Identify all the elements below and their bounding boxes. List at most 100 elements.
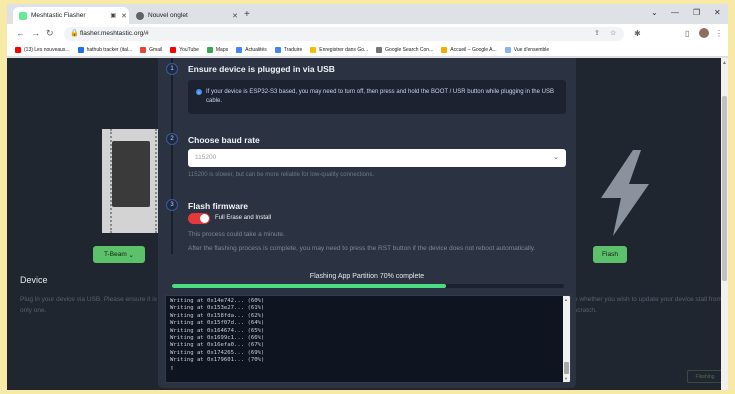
overview-icon (504, 47, 511, 53)
youtube-icon (170, 47, 177, 53)
drive-icon (310, 47, 317, 53)
tab-strip: Meshtastic Flasher ▣ ✕ Nouvel onglet ✕ +… (7, 4, 728, 24)
scroll-up-icon[interactable]: ▲ (722, 60, 727, 66)
extensions-icon[interactable]: ✱ (634, 29, 641, 38)
address-toolbar: ← → ↻ 🔒 flasher.meshtastic.org/# ⇪ ☆ (7, 24, 728, 44)
flash-button[interactable]: Flash (593, 246, 627, 263)
url-text[interactable]: flasher.meshtastic.org/# (80, 30, 149, 37)
bookmark-item[interactable]: Google Search Con... (376, 47, 433, 53)
step-title-flash: Flash firmware (188, 201, 248, 211)
bookmark-item[interactable]: Actualités (236, 47, 267, 53)
step-title-usb: Ensure device is plugged in via USB (188, 64, 335, 74)
flash-duration-note: This process could take a minute. (188, 231, 285, 238)
bookmark-item[interactable]: (13) Les nouveaux... (15, 47, 70, 53)
bookmark-item[interactable]: Vue d'ensemble (504, 47, 549, 53)
browser-window: Meshtastic Flasher ▣ ✕ Nouvel onglet ✕ +… (7, 4, 728, 390)
meshtastic-favicon-icon (19, 11, 27, 20)
star-icon[interactable]: ☆ (610, 29, 616, 37)
lock-icon[interactable]: 🔒 (70, 29, 79, 37)
bookmark-item[interactable]: Accueil – Google A... (441, 47, 497, 53)
info-alert: i If your device is ESP32-S3 based, you … (188, 80, 566, 114)
chrome-favicon-icon (136, 11, 144, 20)
full-erase-toggle[interactable] (188, 213, 210, 224)
console-line: Writing at 0x174265... (69%) (170, 349, 265, 356)
console-line: Writing at 0x14e742... (60%) (170, 298, 265, 304)
console-cursor: ▯ (170, 364, 174, 371)
bookmark-item[interactable]: Gmail (140, 47, 162, 53)
tab-media-icon[interactable]: ▣ (110, 12, 116, 19)
progress-bar (172, 284, 564, 288)
console-line: Writing at 0x153e27... (61%) (170, 305, 265, 312)
device-section-description: Plug in your device via USB. Please ensu… (20, 296, 157, 314)
console-line: Writing at 0x158fda... (62%) (170, 312, 265, 319)
flash-reboot-note: After the flashing process is complete, … (188, 245, 536, 252)
flashing-status-button[interactable]: Flashing (687, 370, 721, 383)
step-number-2: 2 (166, 133, 178, 145)
bookmark-item[interactable]: YouTube (170, 47, 199, 53)
console-line: Writing at 0x15f07d... (64%) (170, 320, 265, 327)
step-title-baud: Choose baud rate (188, 135, 260, 145)
baud-rate-select[interactable]: 115200 ⌄ (188, 149, 566, 167)
baud-rate-value: 115200 (195, 154, 217, 161)
step-number-1: 1 (166, 63, 178, 75)
new-tab-icon[interactable]: + (244, 9, 250, 20)
scroll-up-icon[interactable]: ▲ (564, 297, 568, 302)
scrollbar-thumb[interactable] (722, 96, 727, 281)
baud-rate-hint: 115200 is slower, but can be more reliab… (188, 172, 374, 178)
device-section-title: Device (20, 275, 48, 285)
news-icon (236, 47, 243, 53)
console-line: Writing at 0x1699c1... (66%) (170, 335, 265, 342)
console-line: Writing at 0x164674... (65%) (170, 327, 265, 334)
minimize-icon[interactable]: — (671, 8, 679, 17)
console-line: Writing at 0x16efa0... (67%) (170, 342, 265, 349)
bookmark-item[interactable]: Enregistrer dans Go... (310, 47, 368, 53)
progress-fill (172, 284, 447, 288)
chevron-down-icon: ⌄ (553, 154, 559, 161)
step-timeline (171, 58, 173, 254)
bookmark-item[interactable]: Maps (206, 47, 228, 53)
page-content: T-Beam ⌄ Flash Device Plug in your devic… (7, 58, 721, 390)
youtube-icon (15, 47, 21, 53)
flash-section-description: e whether you wish to update your device… (574, 296, 721, 314)
close-tab-icon[interactable]: ✕ (119, 12, 129, 20)
analytics-icon (441, 47, 448, 53)
tab-new-tab[interactable]: Nouvel onglet ✕ (130, 7, 240, 24)
close-window-icon[interactable]: ✕ (714, 8, 721, 17)
back-icon[interactable]: ← (16, 28, 25, 38)
tab-title: Nouvel onglet (148, 12, 188, 19)
tab-title: Meshtastic Flasher (31, 12, 86, 19)
forward-icon[interactable]: → (31, 28, 40, 38)
device-board-image (102, 129, 165, 233)
translate-icon (274, 47, 281, 53)
device-select-button[interactable]: T-Beam ⌄ (93, 246, 145, 263)
close-tab-icon[interactable]: ✕ (230, 12, 240, 20)
search-console-icon (376, 47, 383, 53)
bookmark-icon (77, 47, 84, 53)
info-alert-text: If your device is ESP32-S3 based, you ma… (206, 89, 554, 104)
chevron-down-icon[interactable]: ⌄ (651, 8, 658, 17)
restore-icon[interactable]: ❐ (693, 8, 700, 17)
flash-log-console[interactable]: Writing at 0x14e742... (60%) Writing at 0… (165, 295, 571, 383)
reload-icon[interactable]: ↻ (46, 28, 54, 39)
step-number-3: 3 (166, 199, 178, 211)
profile-avatar[interactable] (699, 28, 709, 38)
lightning-bolt-icon (601, 150, 649, 236)
address-bar[interactable]: 🔒 flasher.meshtastic.org/# ⇪ ☆ (64, 27, 624, 41)
menu-kebab-icon[interactable]: ⋮ (715, 29, 723, 38)
bookmarks-bar: (13) Les nouveaux... hathub tracker (ita… (7, 44, 728, 57)
bookmark-item[interactable]: Traduire (274, 47, 302, 53)
progress-label: Flashing App Partition 70% complete (309, 273, 425, 280)
info-icon: i (196, 89, 202, 95)
gmail-icon (140, 47, 147, 53)
share-icon[interactable]: ⇪ (594, 29, 600, 37)
bookmark-item[interactable]: hathub tracker (ital... (77, 47, 132, 53)
scroll-down-icon[interactable]: ▼ (564, 376, 568, 381)
page-scrollbar[interactable]: ▲ (721, 58, 728, 390)
console-scrollbar[interactable]: ▲ ▼ (563, 296, 570, 382)
sidebar-icon[interactable]: ▯ (685, 29, 689, 38)
console-output: Writing at 0x14e742... (60%) Writing at 0… (170, 298, 264, 372)
tab-meshtastic-flasher[interactable]: Meshtastic Flasher ▣ ✕ (13, 7, 129, 24)
full-erase-label: Full Erase and Install (215, 215, 272, 221)
console-line: Writing at 0x179601... (70%) (170, 357, 265, 364)
maps-icon (206, 47, 213, 53)
